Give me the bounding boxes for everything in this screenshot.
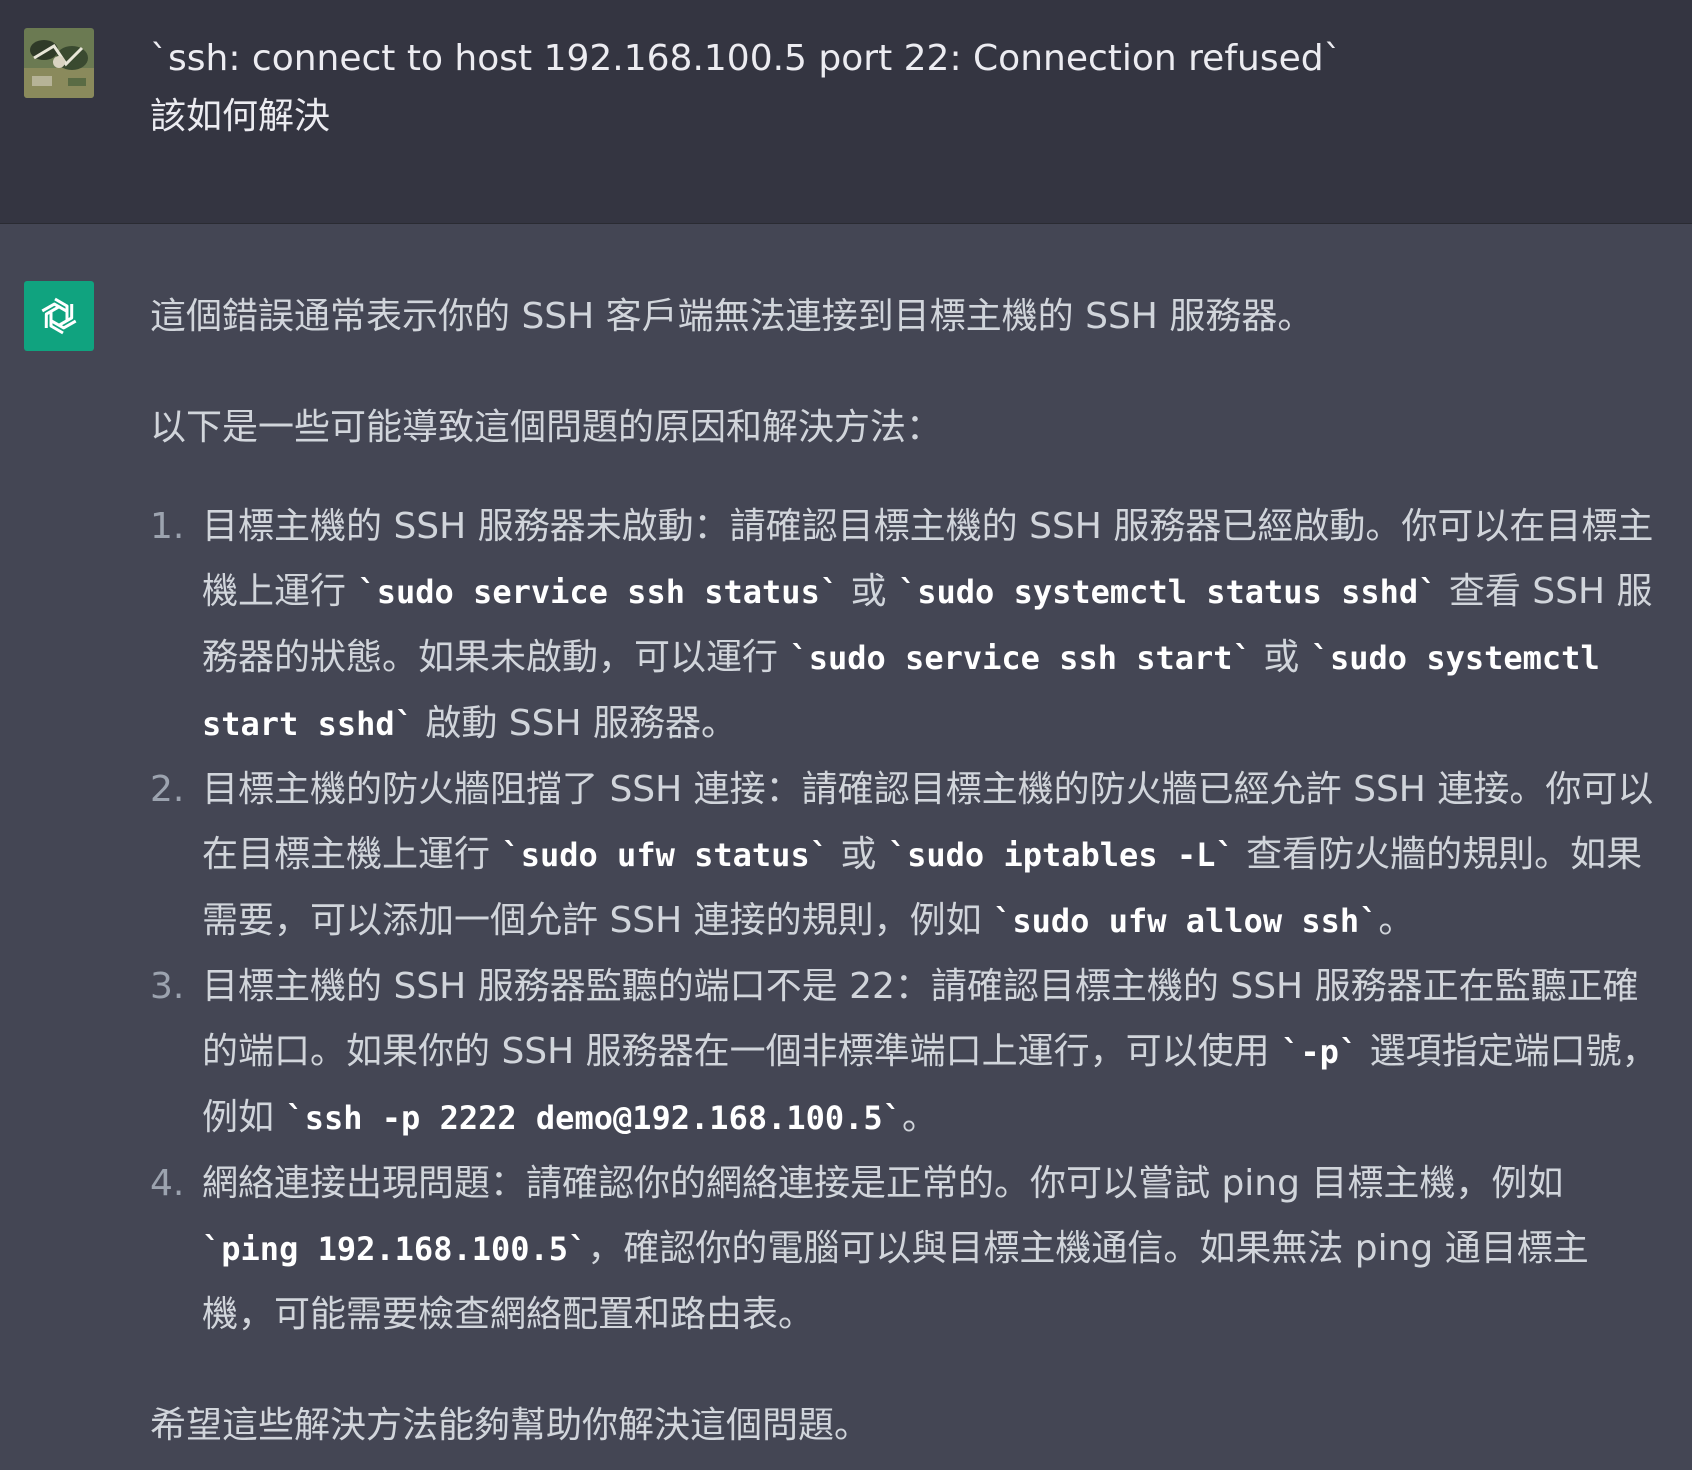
response-intro: 這個錯誤通常表示你的 SSH 客戶端無法連接到目標主機的 SSH 服務器。 [150, 296, 1314, 337]
code-snippet: `sudo service ssh status` [357, 573, 840, 611]
openai-logo-icon [24, 281, 94, 351]
list-number: 3. [150, 966, 185, 1007]
response-closing: 希望這些解決方法能夠幫助你解決這個問題。 [150, 1405, 871, 1446]
code-snippet: `sudo ufw allow ssh` [993, 902, 1379, 940]
user-message: `ssh: connect to host 192.168.100.5 port… [0, 0, 1692, 224]
code-snippet: `sudo systemctl status sshd` [897, 573, 1438, 611]
step-text: 。 [1378, 900, 1415, 941]
step-text: 。 [901, 1097, 938, 1138]
user-prompt-line2: 該如何解決 [150, 96, 331, 137]
list-number: 1. [150, 506, 185, 547]
step-text: 網絡連接出現問題：請確認你的網絡連接是正常的。你可以嘗試 ping 目標主機，例… [202, 1163, 1564, 1204]
list-item: 2. 目標主機的防火牆阻擋了 SSH 連接：請確認目標主機的防火牆已經允許 SS… [150, 757, 1660, 954]
step-text: 或 [828, 834, 888, 875]
code-snippet: `ping 192.168.100.5` [202, 1230, 588, 1268]
user-prompt: `ssh: connect to host 192.168.100.5 port… [150, 30, 1630, 146]
list-item: 3. 目標主機的 SSH 服務器監聽的端口不是 22：請確認目標主機的 SSH … [150, 954, 1660, 1151]
list-number: 4. [150, 1163, 185, 1204]
code-snippet: `sudo ufw status` [501, 836, 829, 874]
code-snippet: `sudo service ssh start` [789, 639, 1252, 677]
response-lead: 以下是一些可能導致這個問題的原因和解決方法： [150, 407, 943, 448]
step-text: 或 [839, 571, 898, 612]
list-item: 4. 網絡連接出現問題：請確認你的網絡連接是正常的。你可以嘗試 ping 目標主… [150, 1151, 1660, 1347]
code-snippet: `sudo iptables -L` [887, 836, 1235, 874]
solution-list: 1. 目標主機的 SSH 服務器未啟動：請確認目標主機的 SSH 服務器已經啟動… [150, 494, 1660, 1347]
list-item: 1. 目標主機的 SSH 服務器未啟動：請確認目標主機的 SSH 服務器已經啟動… [150, 494, 1660, 757]
user-avatar-icon [24, 28, 94, 98]
list-number: 2. [150, 769, 185, 810]
user-prompt-line1: `ssh: connect to host 192.168.100.5 port… [150, 38, 1342, 79]
step-text: 啟動 SSH 服務器。 [413, 703, 738, 744]
code-snippet: `-p` [1281, 1033, 1359, 1071]
step-text: 或 [1251, 637, 1311, 678]
assistant-response: 這個錯誤通常表示你的 SSH 客戶端無法連接到目標主機的 SSH 服務器。 以下… [150, 284, 1660, 1458]
assistant-message: 這個錯誤通常表示你的 SSH 客戶端無法連接到目標主機的 SSH 服務器。 以下… [0, 224, 1692, 1470]
code-snippet: `ssh -p 2222 demo@192.168.100.5` [285, 1099, 902, 1137]
